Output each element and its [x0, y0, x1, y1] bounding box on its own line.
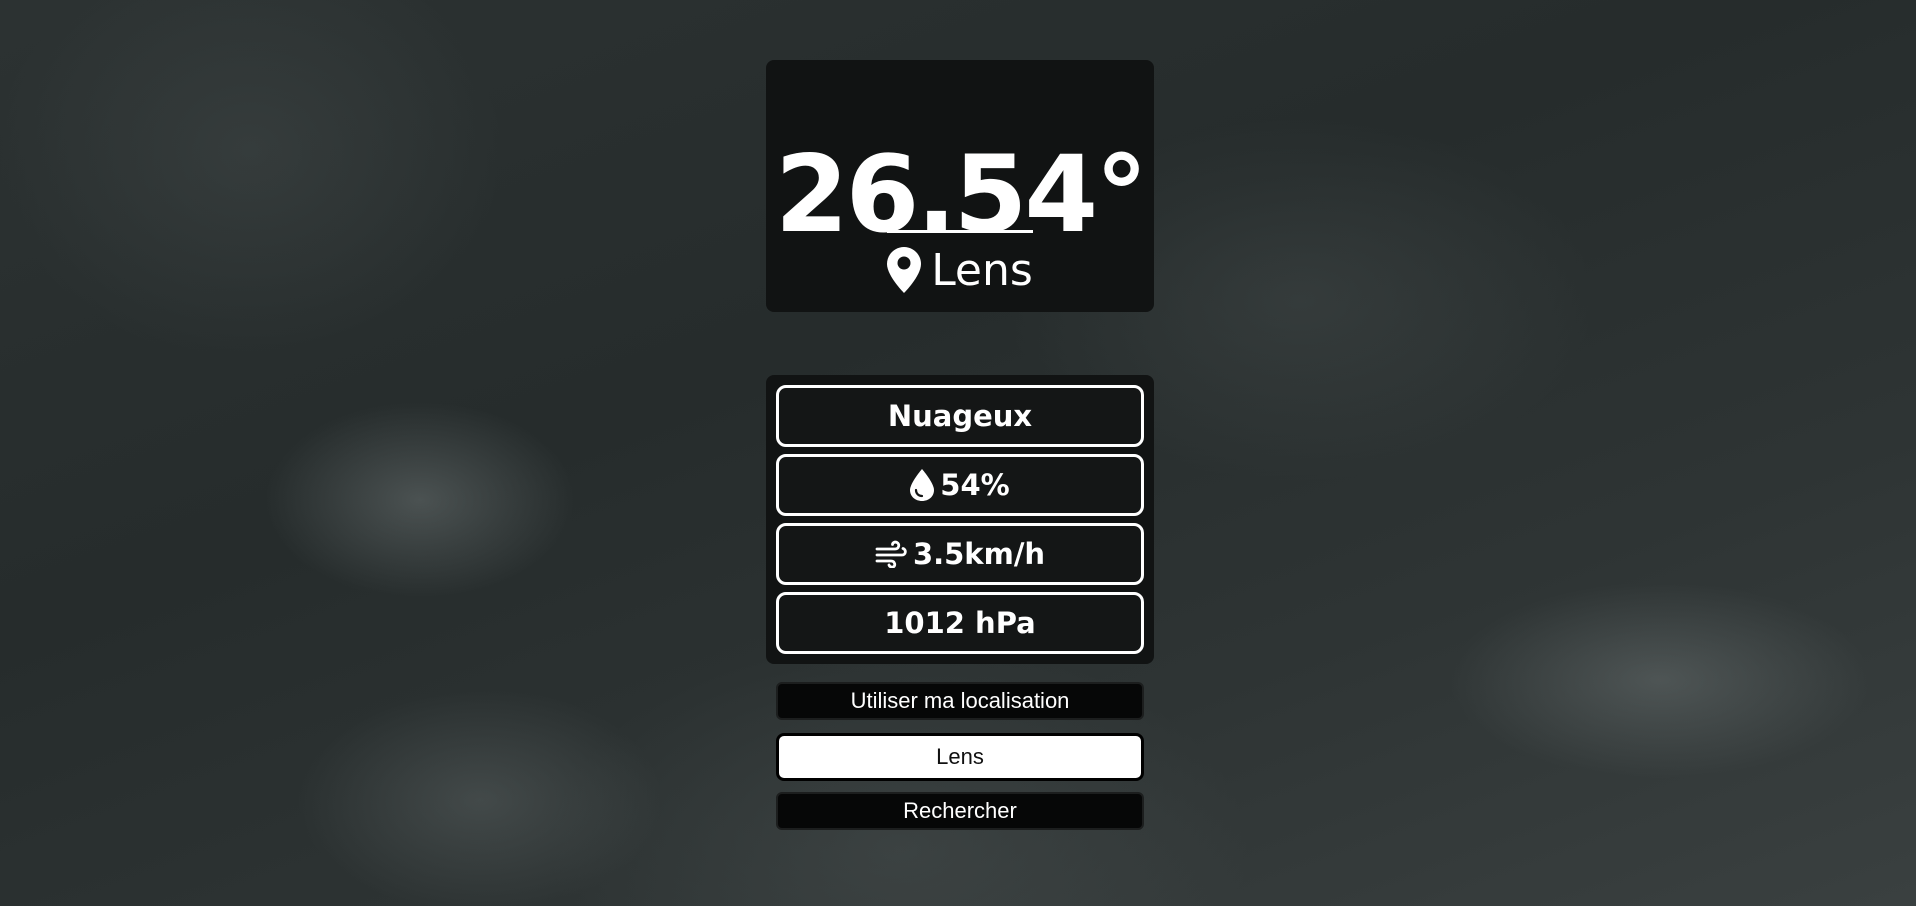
- city-search-input[interactable]: [776, 733, 1144, 781]
- weather-details-card: Nuageux 54% 3.5km/h 1012 hPa: [766, 375, 1154, 664]
- location-row: Lens: [766, 242, 1154, 298]
- temperature-card: 26.54° Lens: [766, 60, 1154, 312]
- map-pin-icon: [887, 247, 922, 293]
- humidity-box: 54%: [776, 454, 1144, 516]
- use-location-button[interactable]: Utiliser ma localisation: [776, 682, 1144, 720]
- water-drop-icon: [910, 469, 935, 501]
- pressure-value: 1012 hPa: [884, 606, 1036, 640]
- condition-text: Nuageux: [887, 399, 1033, 433]
- temperature-divider: [887, 230, 1033, 233]
- wind-box: 3.5km/h: [776, 523, 1144, 585]
- search-button[interactable]: Rechercher: [776, 792, 1144, 830]
- pressure-box: 1012 hPa: [776, 592, 1144, 654]
- wind-value: 3.5km/h: [912, 537, 1046, 571]
- condition-box: Nuageux: [776, 385, 1144, 447]
- humidity-value: 54%: [940, 468, 1010, 502]
- location-name: Lens: [931, 244, 1033, 296]
- wind-icon: [875, 540, 907, 568]
